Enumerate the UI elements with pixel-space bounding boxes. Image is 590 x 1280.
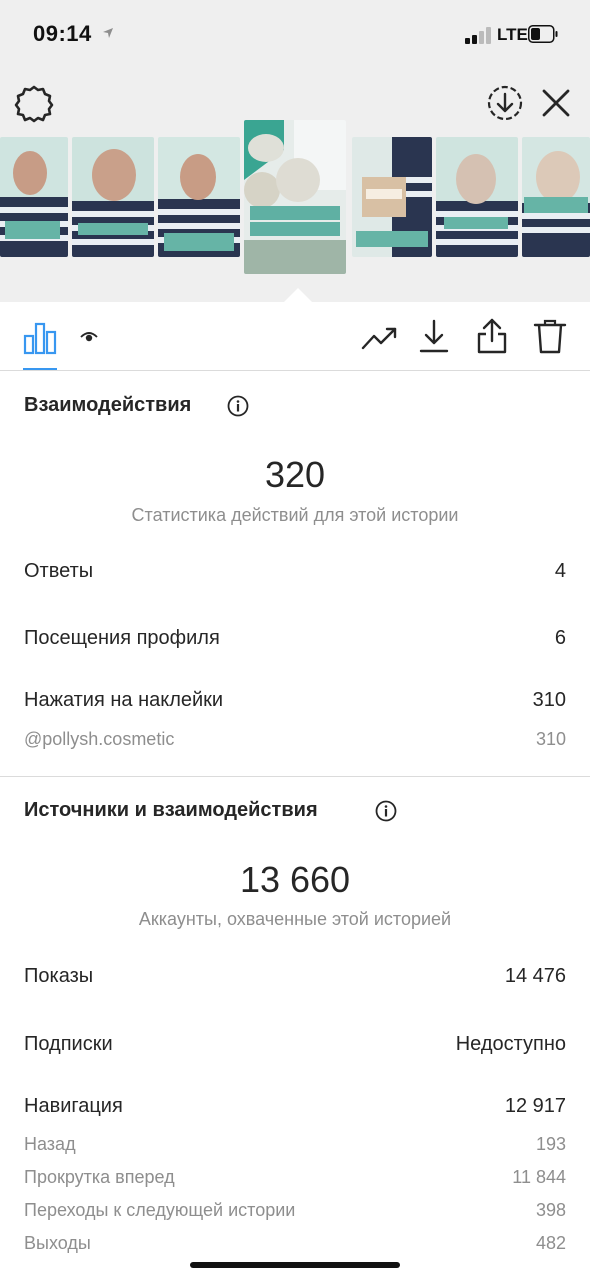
story-thumbnail-selected[interactable]	[244, 120, 346, 274]
tab-divider	[0, 370, 590, 371]
section-divider	[0, 776, 590, 777]
location-arrow-icon	[103, 28, 113, 38]
impressions-label: Показы	[24, 965, 94, 987]
story-thumbnail[interactable]	[158, 137, 240, 257]
follows-value: Недоступно	[455, 1033, 566, 1055]
bar-chart-icon[interactable]	[20, 318, 60, 358]
discovery-title: Источники и взаимодействия	[24, 799, 318, 821]
close-icon[interactable]	[536, 83, 576, 123]
download-circle-icon[interactable]	[485, 83, 525, 123]
interactions-caption: Статистика действий для этой истории	[131, 505, 459, 525]
forward-label: Прокрутка вперед	[24, 1167, 175, 1187]
navigation-label: Навигация	[24, 1095, 123, 1117]
navigation-value: 12 917	[504, 1095, 566, 1117]
network-type: LTE	[497, 25, 528, 44]
sticker-mention-label: @pollysh.cosmetic	[24, 729, 175, 749]
sticker-mention-value: 310	[535, 729, 566, 749]
profile-visits-value: 6	[554, 627, 566, 649]
download-icon[interactable]	[414, 316, 454, 356]
profile-visits-label: Посещения профиля	[24, 627, 220, 649]
battery-icon	[528, 25, 558, 43]
signal-strength-icon	[465, 26, 493, 44]
forward-value: 11 844	[512, 1167, 566, 1187]
trend-up-icon[interactable]	[359, 318, 399, 358]
impressions-value: 14 476	[504, 965, 566, 987]
replies-value: 4	[554, 560, 566, 582]
home-indicator[interactable]	[190, 1262, 400, 1268]
exits-value: 482	[535, 1233, 566, 1253]
eye-icon[interactable]	[80, 329, 98, 345]
info-icon[interactable]	[227, 395, 249, 417]
gear-icon[interactable]	[14, 83, 54, 123]
back-value: 193	[535, 1134, 566, 1154]
status-time: 09:14	[33, 21, 92, 46]
interactions-total: 320	[264, 454, 326, 495]
info-icon[interactable]	[375, 800, 397, 822]
story-thumbnail[interactable]	[436, 137, 518, 257]
sticker-taps-label: Нажатия на наклейки	[24, 689, 224, 711]
next-story-label: Переходы к следующей истории	[24, 1200, 296, 1220]
selected-thumbnail-pointer	[283, 288, 313, 303]
replies-label: Ответы	[24, 560, 94, 582]
follows-label: Подписки	[24, 1033, 113, 1055]
exits-label: Выходы	[24, 1233, 91, 1253]
story-thumbnail[interactable]	[522, 137, 590, 257]
back-label: Назад	[24, 1134, 76, 1154]
share-icon[interactable]	[472, 316, 512, 356]
reach-total: 13 660	[239, 859, 351, 900]
story-thumbnail[interactable]	[72, 137, 154, 257]
trash-icon[interactable]	[530, 316, 570, 356]
story-thumbnail[interactable]	[0, 137, 68, 257]
story-thumbnail[interactable]	[352, 137, 432, 257]
sticker-taps-value: 310	[532, 689, 566, 711]
interactions-title: Взаимодействия	[24, 394, 192, 416]
reach-caption: Аккаунты, охваченные этой историей	[138, 909, 452, 929]
next-story-value: 398	[535, 1200, 566, 1220]
